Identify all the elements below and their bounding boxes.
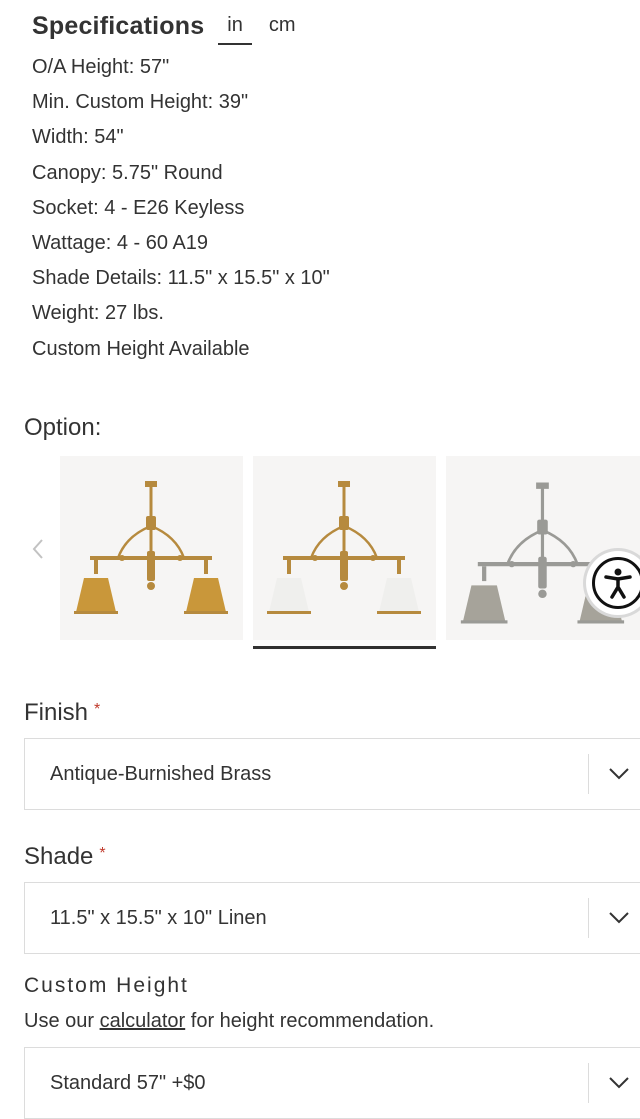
shade-select-value: 11.5" x 15.5" x 10" Linen bbox=[50, 906, 267, 929]
spec-item: Socket: 4 - E26 Keyless bbox=[32, 196, 245, 219]
spec-item: Shade Details: 11.5" x 15.5" x 10" bbox=[32, 267, 330, 290]
finish-label-text: Finish bbox=[24, 699, 89, 726]
lamp-image-linen bbox=[267, 481, 421, 614]
custom-height-label: Custom Height bbox=[24, 974, 189, 997]
option-thumbnail-brass[interactable] bbox=[60, 456, 243, 640]
custom-height-select-value: Standard 57" +$0 bbox=[50, 1071, 206, 1094]
custom-height-select[interactable]: Standard 57" +$0 bbox=[24, 1047, 640, 1119]
unit-cm-button[interactable]: cm bbox=[260, 14, 305, 45]
helper-prefix: Use our bbox=[24, 1010, 100, 1032]
finish-select-value: Antique-Burnished Brass bbox=[50, 762, 272, 785]
custom-height-helper: Use our calculator for height recommenda… bbox=[24, 1010, 434, 1033]
selected-indicator bbox=[253, 646, 436, 649]
chevron-down-icon[interactable] bbox=[589, 738, 640, 810]
shade-label-text: Shade bbox=[24, 843, 94, 870]
spec-item: Weight: 27 lbs. bbox=[32, 302, 164, 325]
finish-label: Finish * bbox=[24, 699, 100, 727]
spec-item: Custom Height Available bbox=[32, 337, 250, 360]
spec-item: Width: 54" bbox=[32, 126, 124, 149]
shade-label: Shade * bbox=[24, 843, 106, 871]
option-label: Option: bbox=[24, 414, 102, 441]
chevron-left-icon[interactable] bbox=[28, 534, 48, 564]
option-carousel bbox=[0, 452, 640, 652]
chevron-down-icon[interactable] bbox=[589, 882, 640, 954]
calculator-link[interactable]: calculator bbox=[100, 1010, 186, 1032]
specifications-list: O/A Height: 57" Min. Custom Height: 39" … bbox=[32, 50, 330, 367]
specifications-title: Specifications bbox=[32, 11, 205, 40]
lamp-image-brass bbox=[74, 481, 228, 614]
spec-item: Wattage: 4 - 60 A19 bbox=[32, 231, 209, 254]
unit-toggle: in cm bbox=[218, 11, 305, 45]
finish-select[interactable]: Antique-Burnished Brass bbox=[24, 738, 640, 810]
option-thumbnail-linen[interactable] bbox=[253, 456, 436, 640]
chevron-down-icon[interactable] bbox=[589, 1047, 640, 1119]
spec-item: O/A Height: 57" bbox=[32, 56, 170, 78]
shade-select[interactable]: 11.5" x 15.5" x 10" Linen bbox=[24, 882, 640, 954]
accessibility-icon bbox=[592, 557, 640, 609]
spec-item: Canopy: 5.75" Round bbox=[32, 161, 223, 184]
unit-in-button[interactable]: in bbox=[218, 14, 252, 45]
required-mark: * bbox=[99, 845, 106, 862]
specifications-header: Specifications in cm bbox=[32, 8, 305, 45]
helper-suffix: for height recommendation. bbox=[185, 1010, 435, 1032]
required-mark: * bbox=[94, 701, 101, 718]
spec-item: Min. Custom Height: 39" bbox=[32, 91, 249, 114]
